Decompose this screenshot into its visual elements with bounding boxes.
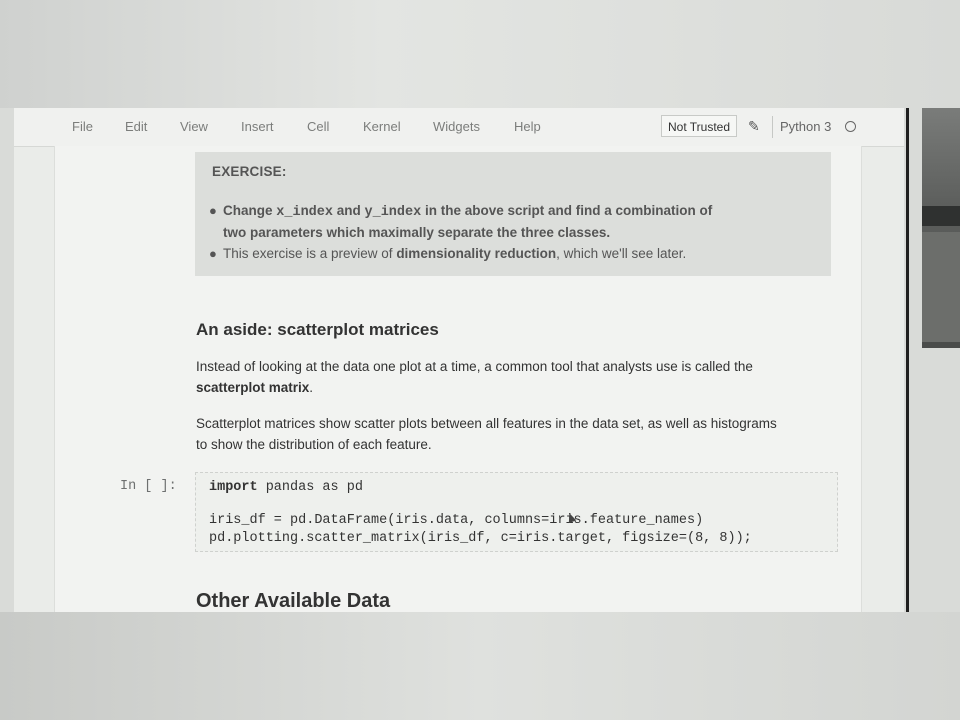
kernel-divider	[772, 116, 773, 138]
kernel-name[interactable]: Python 3	[780, 119, 831, 134]
pencil-icon[interactable]: ✎	[748, 118, 760, 135]
code-line-2: iris_df = pd.DataFrame(iris.data, column…	[209, 513, 704, 528]
aside-paragraph-1: Instead of looking at the data one plot …	[196, 359, 753, 395]
menu-view[interactable]: View	[180, 119, 208, 134]
background-photo	[922, 108, 960, 348]
menu-file[interactable]: File	[72, 119, 93, 134]
cell-prompt: In [ ]:	[120, 479, 177, 494]
code-cell[interactable]: import pandas as pd iris_df = pd.DataFra…	[195, 472, 838, 552]
menu-kernel[interactable]: Kernel	[363, 119, 401, 134]
code-line-3: pd.plotting.scatter_matrix(iris_df, c=ir…	[209, 531, 752, 546]
background-bottom	[0, 612, 960, 720]
aside-paragraph-2: Scatterplot matrices show scatter plots …	[196, 416, 777, 452]
exercise-bullet-1: ● Change x_index and y_index in the abov…	[209, 203, 713, 240]
menu-widgets[interactable]: Widgets	[433, 119, 480, 134]
bullet-icon: ●	[209, 203, 217, 218]
code-x-index: x_index	[276, 205, 333, 220]
bullet-icon: ●	[209, 246, 217, 261]
menu-insert[interactable]: Insert	[241, 119, 274, 134]
exercise-title: EXERCISE:	[212, 164, 287, 179]
menubar: File Edit View Insert Cell Kernel Widget…	[14, 108, 904, 147]
menu-help[interactable]: Help	[514, 119, 541, 134]
background-top	[0, 0, 960, 108]
code-line-1: import pandas as pd	[209, 480, 363, 495]
other-data-heading: Other Available Data	[196, 590, 391, 612]
window-edge	[906, 108, 909, 612]
not-trusted-button[interactable]: Not Trusted	[661, 115, 738, 137]
kernel-status-icon	[845, 121, 856, 132]
menu-edit[interactable]: Edit	[125, 119, 147, 134]
notebook-window: File Edit View Insert Cell Kernel Widget…	[14, 108, 904, 612]
code-y-index: y_index	[364, 205, 422, 220]
exercise-box: EXERCISE: ● Change x_index and y_index i…	[195, 152, 831, 276]
exercise-bullet-2: ● This exercise is a preview of dimensio…	[209, 244, 686, 264]
aside-heading: An aside: scatterplot matrices	[196, 320, 439, 339]
menu-cell[interactable]: Cell	[307, 119, 329, 134]
